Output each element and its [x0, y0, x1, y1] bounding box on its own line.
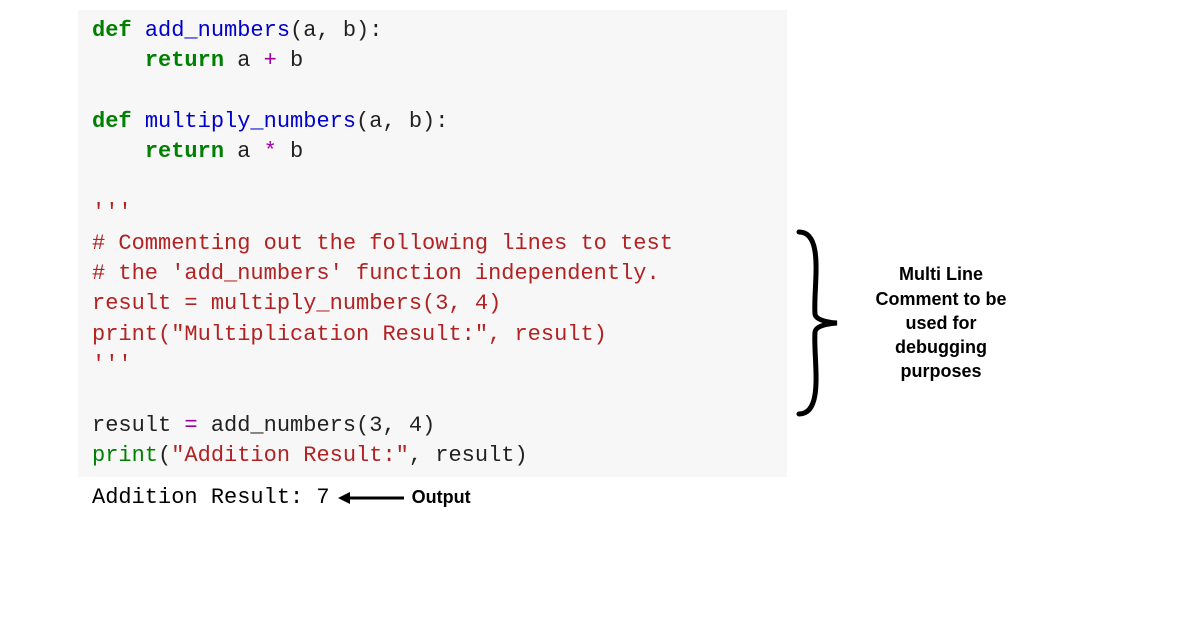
ret-a: a: [224, 48, 264, 73]
annotation-line: used for: [851, 311, 1031, 335]
commented-assign: result = multiply_numbers(3, 4): [92, 291, 501, 316]
print-fn: print: [92, 443, 158, 468]
assign-post: add_numbers(: [198, 413, 370, 438]
keyword-def: def: [92, 18, 132, 43]
comment-line-2: # the 'add_numbers' function independent…: [92, 261, 660, 286]
output-row: Addition Result: 7 Output: [0, 477, 1200, 510]
keyword-def: def: [92, 109, 132, 134]
string-literal: "Addition Result:": [171, 443, 409, 468]
output-label: Output: [412, 487, 471, 508]
function-name-mul: multiply_numbers: [145, 109, 356, 134]
triple-quote-close: ''': [92, 352, 132, 377]
close-paren: ): [422, 413, 435, 438]
annotation-line: purposes: [851, 359, 1031, 383]
op-star: *: [264, 139, 277, 164]
params: (a, b):: [290, 18, 382, 43]
keyword-return: return: [145, 139, 224, 164]
triple-quote-open: ''': [92, 200, 132, 225]
op-plus: +: [264, 48, 277, 73]
annotation-column: Multi Line Comment to be used for debugg…: [795, 228, 1031, 418]
annotation-line: Multi Line: [851, 262, 1031, 286]
code-block: def add_numbers(a, b): return a + b def …: [78, 10, 787, 477]
commented-block: ''' # Commenting out the following lines…: [92, 200, 673, 377]
ret-b2: b: [277, 139, 303, 164]
ret-a2: a: [224, 139, 264, 164]
keyword-return: return: [145, 48, 224, 73]
num-4: 4: [409, 413, 422, 438]
ret-b: b: [277, 48, 303, 73]
function-name-add: add_numbers: [145, 18, 290, 43]
comma: ,: [382, 413, 408, 438]
params: (a, b):: [356, 109, 448, 134]
print-rest: , result): [409, 443, 528, 468]
assign-pre: result: [92, 413, 184, 438]
arrow-left-icon: [336, 488, 406, 508]
annotation-text: Multi Line Comment to be used for debugg…: [851, 262, 1031, 383]
op-eq: =: [184, 413, 197, 438]
curly-brace-icon: [795, 228, 841, 418]
annotation-line: Comment to be: [851, 287, 1031, 311]
commented-print: print("Multiplication Result:", result): [92, 322, 607, 347]
annotation-line: debugging: [851, 335, 1031, 359]
comment-line-1: # Commenting out the following lines to …: [92, 231, 673, 256]
output-text: Addition Result: 7: [92, 485, 330, 510]
open-paren: (: [158, 443, 171, 468]
num-3: 3: [369, 413, 382, 438]
